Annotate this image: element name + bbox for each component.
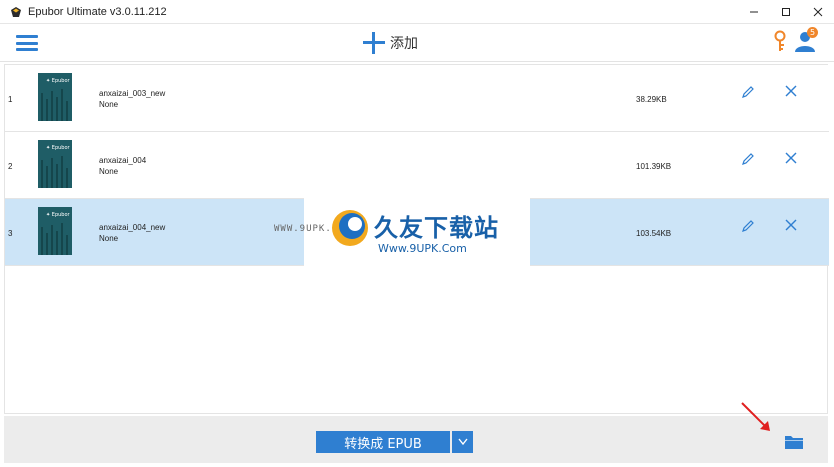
add-button[interactable]: 添加 — [362, 30, 418, 56]
bottom-bar: 转换成 EPUB — [4, 416, 828, 463]
format-dropdown-button[interactable] — [452, 431, 473, 453]
cover-logo: ✦ Epubor — [46, 78, 70, 84]
close-icon[interactable] — [785, 219, 797, 231]
menu-line — [16, 35, 38, 38]
book-size: 103.54KB — [636, 229, 672, 238]
row-index: 3 — [8, 229, 13, 238]
menu-line — [16, 48, 38, 51]
cover-art — [41, 223, 68, 255]
cover-art — [41, 89, 68, 121]
close-icon[interactable] — [785, 85, 797, 97]
book-cover: ✦ Epubor — [38, 73, 72, 121]
pencil-icon[interactable] — [741, 152, 755, 166]
key-icon[interactable] — [772, 30, 788, 52]
book-cover: ✦ Epubor — [38, 140, 72, 188]
notification-badge: 5 — [807, 27, 818, 38]
window-title: Epubor Ultimate v3.0.11.212 — [28, 5, 167, 18]
book-size: 38.29KB — [636, 95, 667, 104]
folder-icon[interactable] — [784, 434, 804, 450]
minimize-icon — [750, 11, 758, 13]
close-icon — [813, 7, 823, 17]
menu-line — [16, 41, 38, 45]
book-cover: ✦ Epubor — [38, 207, 72, 255]
close-window-button[interactable] — [802, 0, 834, 24]
app-logo-icon — [10, 6, 22, 18]
cover-art — [41, 156, 68, 188]
hamburger-icon[interactable] — [16, 33, 38, 53]
watermark-subtitle: Www.9UPK.Com — [378, 242, 467, 255]
cover-logo: ✦ Epubor — [46, 145, 70, 151]
book-title: anxaizai_004 — [99, 156, 147, 165]
watermark-logo-icon — [332, 210, 368, 246]
red-arrow-annotation-icon — [741, 402, 770, 431]
row-index: 1 — [8, 95, 13, 104]
pencil-icon[interactable] — [741, 219, 755, 233]
book-author: None — [99, 167, 119, 176]
list-item[interactable]: 2 ✦ Epubor anxaizai_004 None 101.39KB — [5, 132, 829, 199]
plus-icon — [362, 31, 386, 55]
book-size: 101.39KB — [636, 162, 672, 171]
list-item[interactable]: 1 ✦ Epubor anxaizai_003_new None 38.29KB — [5, 65, 829, 132]
maximize-icon — [782, 8, 790, 16]
watermark-title: 久友下载站 — [374, 214, 499, 242]
convert-button[interactable]: 转换成 EPUB — [316, 431, 450, 453]
add-label: 添加 — [390, 36, 418, 52]
row-index: 2 — [8, 162, 13, 171]
watermark: WWW.9UPK.COM 久友下载站 Www.9UPK.Com — [274, 198, 530, 267]
book-author: None — [99, 100, 119, 109]
book-title: anxaizai_003_new — [99, 89, 166, 98]
close-icon[interactable] — [785, 152, 797, 164]
pencil-icon[interactable] — [741, 85, 755, 99]
title-bar: Epubor Ultimate v3.0.11.212 — [0, 0, 834, 24]
maximize-button[interactable] — [770, 0, 802, 24]
book-author: None — [99, 234, 119, 243]
minimize-button[interactable] — [738, 0, 770, 24]
chevron-down-icon — [457, 438, 468, 446]
book-title: anxaizai_004_new — [99, 223, 166, 232]
window-controls — [738, 0, 834, 24]
cover-logo: ✦ Epubor — [46, 212, 70, 218]
toolbar: 添加 — [0, 24, 834, 62]
